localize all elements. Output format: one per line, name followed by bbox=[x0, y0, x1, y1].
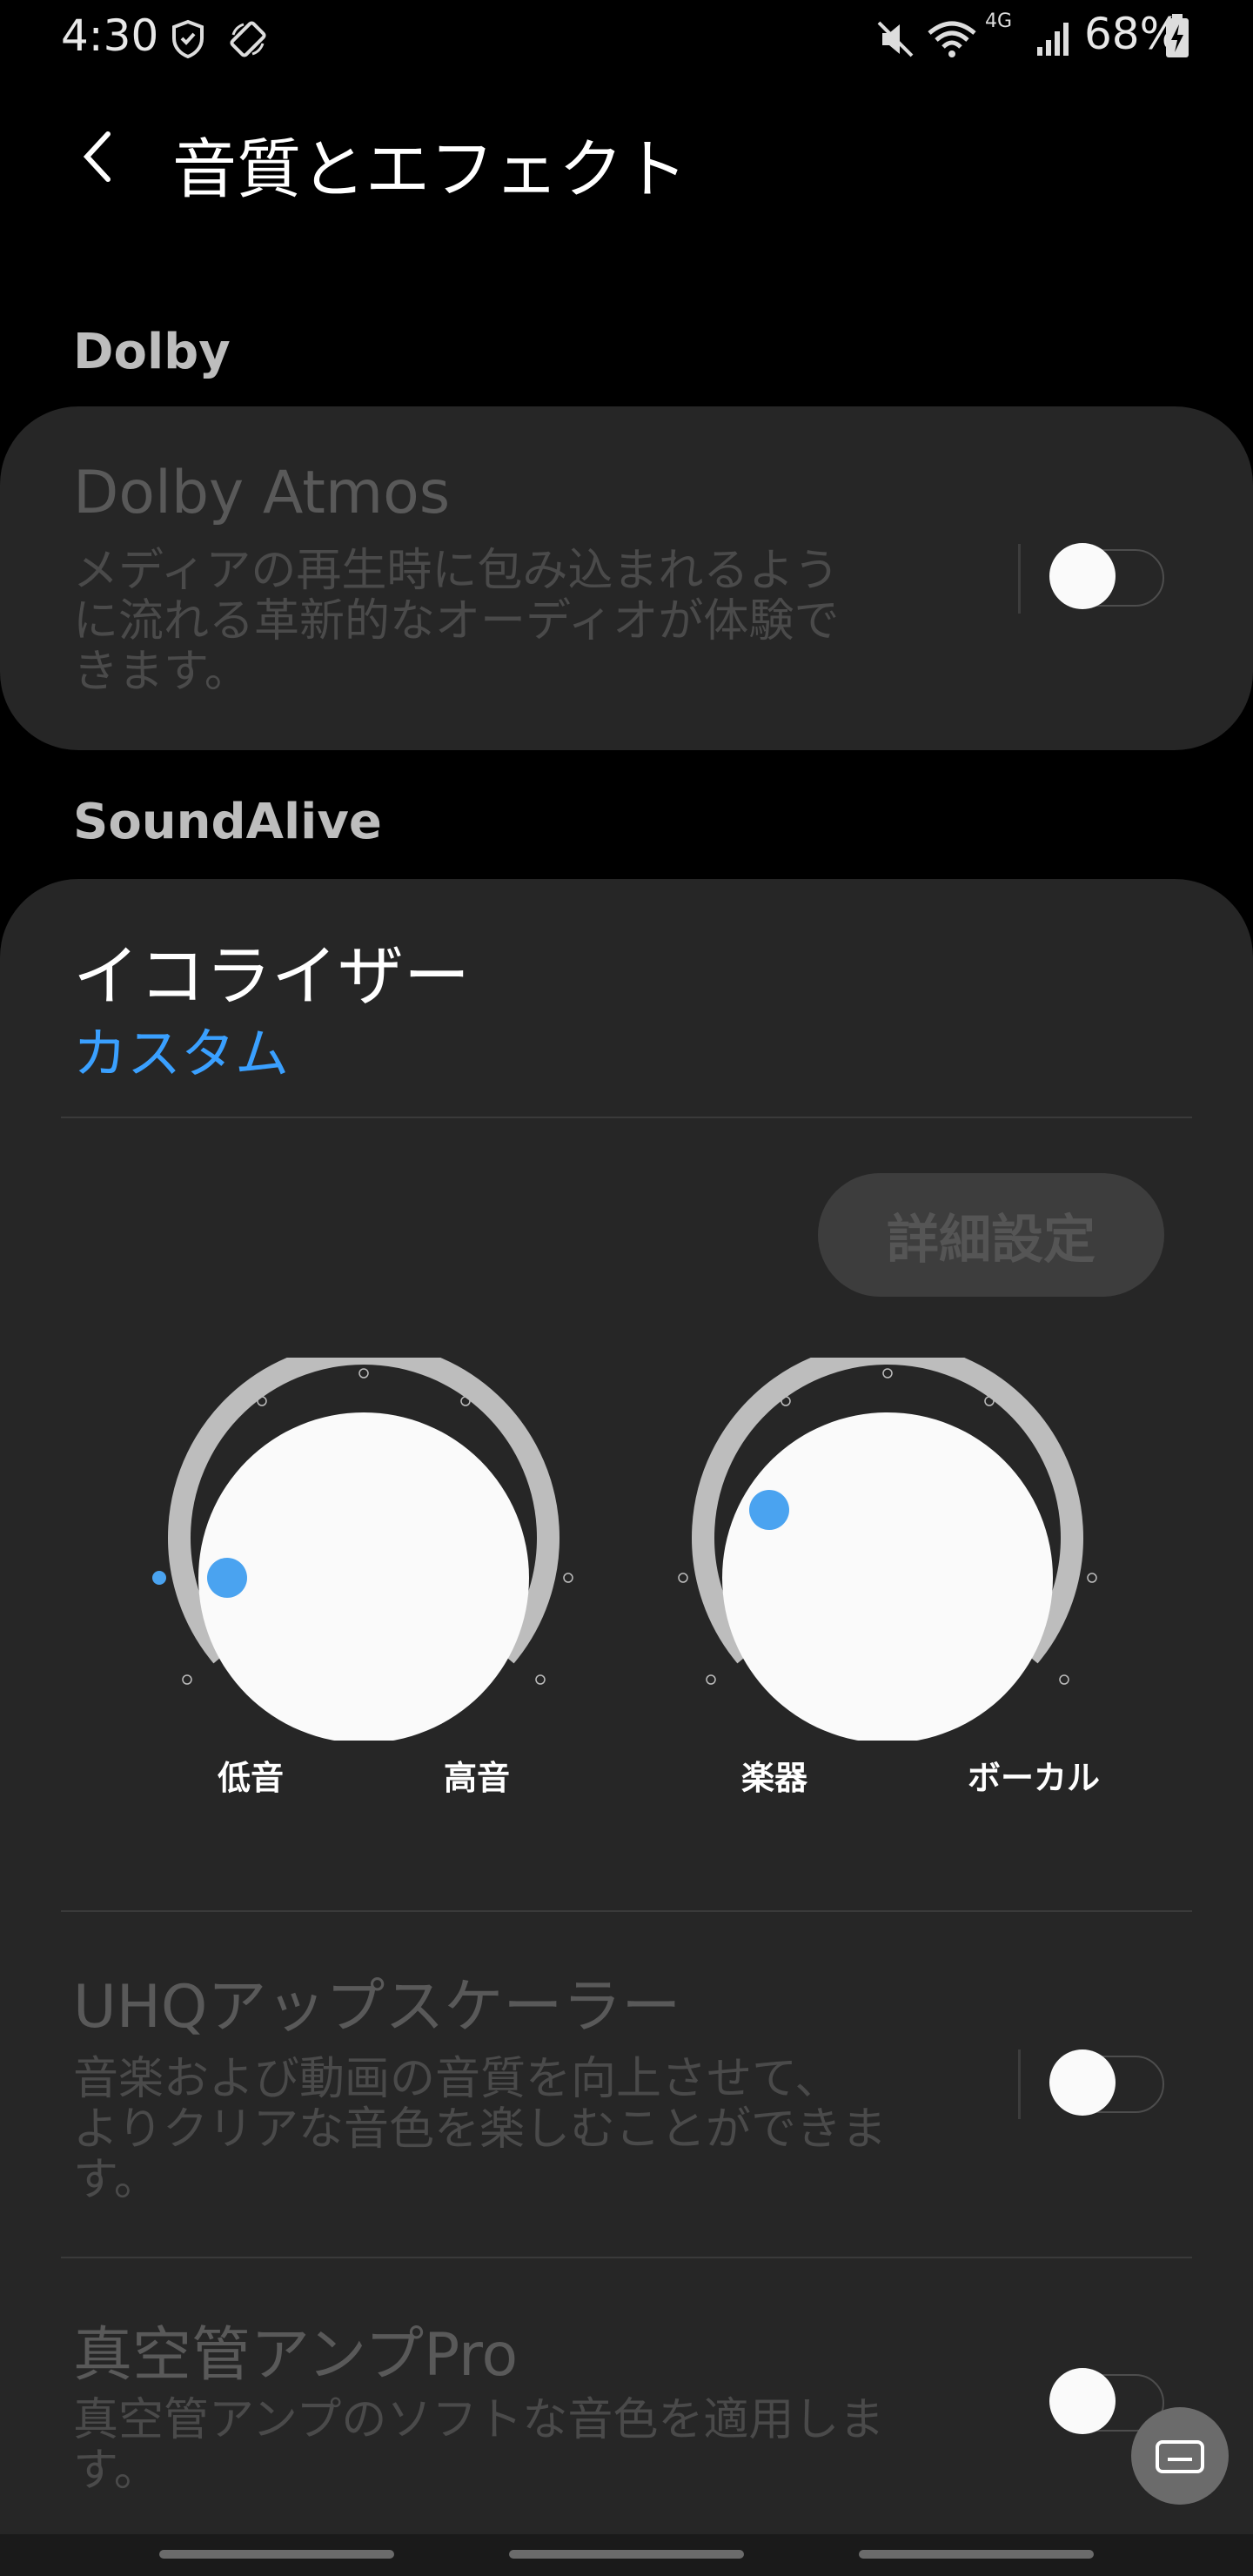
knob-label-vocal: ボーカル bbox=[968, 1759, 1101, 1797]
nav-home[interactable] bbox=[509, 2550, 744, 2559]
desc-line: きます。 bbox=[73, 646, 250, 698]
status-bar: 4:30 4G 68% bbox=[0, 0, 1253, 78]
page-title: 音質とエフェクト bbox=[172, 132, 687, 207]
knob-handle[interactable] bbox=[749, 1490, 789, 1530]
level-indicator bbox=[152, 1571, 166, 1585]
knob-handle[interactable] bbox=[207, 1558, 247, 1598]
desc-line: メディアの再生時に包み込まれるよう bbox=[73, 545, 840, 597]
knob-label-treble: 高音 bbox=[444, 1759, 511, 1797]
desc-line: す。 bbox=[73, 2445, 159, 2497]
network-type: 4G bbox=[985, 10, 1013, 32]
equalizer-value[interactable]: カスタム bbox=[73, 1010, 289, 1088]
toggle-divider bbox=[1018, 544, 1021, 614]
uhq-upscaler-title[interactable]: UHQアップスケーラー bbox=[73, 1958, 680, 2044]
divider bbox=[61, 1910, 1192, 1912]
knob-label-bass: 低音 bbox=[218, 1759, 285, 1797]
desc-line: よりクリアな音色を楽しむことができま bbox=[73, 2103, 887, 2156]
instrument-vocal-knob[interactable] bbox=[663, 1358, 1116, 1741]
nav-back[interactable] bbox=[859, 2550, 1094, 2559]
dolby-atmos-card[interactable]: Dolby Atmos メディアの再生時に包み込まれるよう に流れる革新的なオー… bbox=[0, 406, 1253, 750]
advanced-settings-button[interactable]: 詳細設定 bbox=[818, 1173, 1164, 1297]
status-time: 4:30 bbox=[61, 10, 159, 61]
divider bbox=[61, 2257, 1192, 2258]
divider bbox=[61, 1117, 1192, 1118]
tube-amp-description: 真空管アンプのソフトな音色を適用しま す。 bbox=[73, 2395, 884, 2496]
rotate-icon bbox=[230, 21, 266, 57]
equalizer-title[interactable]: イコライザー bbox=[73, 922, 470, 1018]
section-dolby: Dolby bbox=[73, 324, 231, 380]
uhq-upscaler-toggle[interactable] bbox=[1049, 2049, 1164, 2116]
signal-icon bbox=[1037, 23, 1069, 56]
mute-icon bbox=[877, 21, 914, 57]
section-soundalive: SoundAlive bbox=[73, 794, 382, 850]
desc-line: に流れる革新的なオーディオが体験で bbox=[73, 595, 840, 647]
battery-icon bbox=[1166, 14, 1189, 57]
tube-amp-title[interactable]: 真空管アンプPro bbox=[73, 2306, 518, 2392]
dolby-atmos-description: メディアの再生時に包み込まれるよう に流れる革新的なオーディオが体験で きます。 bbox=[73, 546, 839, 697]
desc-line: 音楽および動画の音質を向上させて、 bbox=[73, 2053, 841, 2105]
knob-face[interactable] bbox=[198, 1412, 529, 1741]
wifi-icon bbox=[928, 21, 976, 57]
dolby-atmos-title: Dolby Atmos bbox=[73, 459, 451, 527]
keyboard-icon bbox=[1156, 2440, 1204, 2473]
knob-face[interactable] bbox=[722, 1412, 1053, 1741]
nav-recent[interactable] bbox=[159, 2550, 394, 2559]
uhq-upscaler-description: 音楽および動画の音質を向上させて、 よりクリアな音色を楽しむことができま す。 bbox=[73, 2054, 887, 2205]
desc-line: す。 bbox=[73, 2154, 159, 2206]
desc-line: 真空管アンプのソフトな音色を適用しま bbox=[73, 2394, 885, 2446]
toggle-divider bbox=[1018, 2049, 1021, 2119]
dolby-atmos-toggle[interactable] bbox=[1049, 543, 1164, 609]
back-icon[interactable] bbox=[71, 122, 124, 191]
shield-icon bbox=[172, 19, 204, 59]
keyboard-button[interactable] bbox=[1131, 2407, 1229, 2505]
bass-treble-knob[interactable] bbox=[139, 1358, 592, 1741]
knob-label-instrument: 楽器 bbox=[741, 1759, 808, 1797]
